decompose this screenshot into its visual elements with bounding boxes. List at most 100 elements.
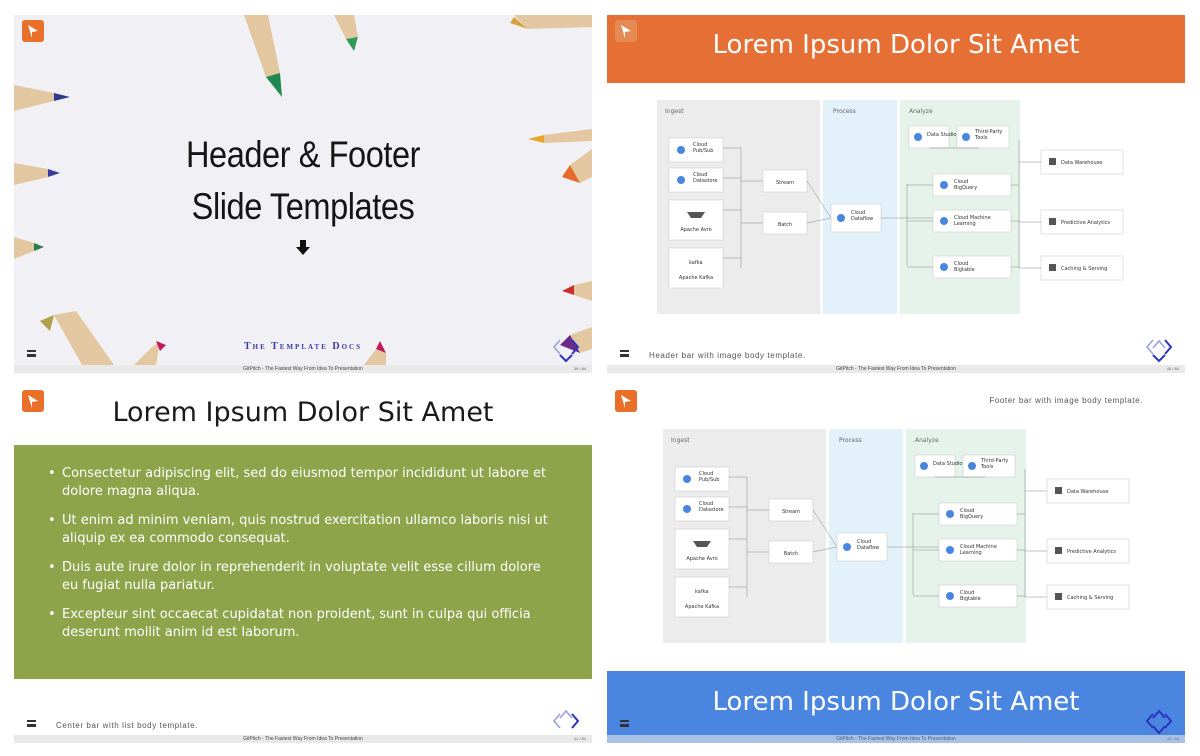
gcp-product-icon: [914, 133, 922, 141]
footer-strip: GitPitch - The Fastest Way From Idea To …: [607, 735, 1185, 743]
gcp-product-icon: [946, 510, 954, 518]
hamburger-menu-icon[interactable]: [27, 720, 36, 727]
section-label: Ingest: [665, 108, 684, 115]
title-line-1: Header & Footer: [185, 134, 421, 175]
slide-number: 41 / 84: [573, 736, 586, 741]
footer-text: GitPitch - The Fastest Way From Idea To …: [836, 736, 956, 742]
footer-text: GitPitch - The Fastest Way From Idea To …: [836, 366, 956, 372]
footer-bar: Lorem Ipsum Dolor Sit Amet: [607, 671, 1185, 743]
footer-text: GitPitch - The Fastest Way From Idea To …: [243, 736, 363, 742]
gcp-product-icon: [946, 546, 954, 554]
section-label: Analyze: [915, 437, 939, 444]
source-node: [674, 528, 730, 570]
nav-arrows-icon[interactable]: [548, 706, 584, 734]
slide-thumbnail-footer-bar[interactable]: Footer bar with image body template. Ing…: [607, 385, 1185, 743]
output-label: Caching & Serving: [1061, 266, 1107, 272]
slide-title: Lorem Ipsum Dolor Sit Amet: [112, 397, 494, 428]
source-node: [674, 576, 730, 618]
gitpitch-logo-icon: [615, 20, 637, 42]
source-label: Apache Kafka: [685, 604, 719, 610]
footer-text: GitPitch - The Fastest Way From Idea To …: [243, 366, 363, 372]
list-item: Consectetur adipiscing elit, sed do eius…: [48, 465, 552, 501]
gcp-product-icon: [837, 214, 845, 222]
slide-number: 42 / 84: [1166, 736, 1179, 741]
section-label: Process: [839, 437, 862, 444]
slide-caption: Header bar with image body template.: [649, 351, 806, 360]
source-node: [668, 199, 724, 241]
gcp-product-icon: [940, 181, 948, 189]
hamburger-menu-icon[interactable]: [620, 350, 629, 357]
list-item: Duis aute irure dolor in reprehenderit i…: [48, 559, 552, 595]
output-icon: [1055, 547, 1062, 554]
hamburger-menu-icon[interactable]: [27, 350, 36, 357]
analyze-top-label: Data Studio: [933, 461, 962, 467]
slide-navigation[interactable]: [1141, 336, 1177, 364]
section-label: Analyze: [909, 108, 933, 115]
gitpitch-logo-icon: [22, 390, 44, 412]
slide-caption: Center bar with list body template.: [56, 721, 198, 730]
footer-strip: GitPitch - The Fastest Way From Idea To …: [607, 365, 1185, 373]
gcp-product-icon: [683, 475, 691, 483]
slide-thumbnail-header-bar[interactable]: Lorem Ipsum Dolor Sit Amet Ingest Process…: [607, 15, 1185, 373]
mode-label: Batch: [778, 222, 792, 228]
gcp-product-icon: [677, 176, 685, 184]
output-icon: [1049, 264, 1056, 271]
gcp-product-icon: [940, 217, 948, 225]
gcp-product-icon: [920, 462, 928, 470]
gcp-product-icon: [946, 592, 954, 600]
slide-caption: Footer bar with image body template.: [989, 396, 1143, 405]
nav-arrows-icon[interactable]: [548, 336, 584, 364]
bullet-list: Consectetur adipiscing elit, sed do eius…: [48, 465, 552, 653]
footer-strip: GitPitch - The Fastest Way From Idea To …: [14, 735, 592, 743]
output-label: Data Warehouse: [1067, 489, 1108, 495]
slide-number: 40 / 84: [1166, 366, 1179, 371]
gcp-product-icon: [968, 462, 976, 470]
nav-arrows-icon[interactable]: [1141, 336, 1177, 364]
footer-strip: GitPitch - The Fastest Way From Idea To …: [14, 365, 592, 373]
kafka-logo-icon: kafka: [695, 589, 709, 595]
mode-label: Stream: [776, 180, 794, 186]
output-label: Data Warehouse: [1061, 160, 1102, 166]
arrow-down-icon: [296, 240, 310, 255]
slide-navigation[interactable]: [548, 706, 584, 734]
output-icon: [1055, 487, 1062, 494]
brand-name: The Template Docs: [244, 341, 362, 352]
title-line-2: Slide Templates: [191, 186, 415, 227]
mode-label: Batch: [784, 551, 798, 557]
source-label: Apache Kafka: [679, 275, 713, 281]
architecture-diagram: Ingest Process AnalyzeCloud Pub/SubCloud Dat…: [663, 429, 1130, 643]
gcp-product-icon: [962, 133, 970, 141]
architecture-diagram: Ingest Process AnalyzeCloud Pub/SubCloud Dat…: [657, 100, 1124, 314]
source-label: Apache Avro: [680, 227, 711, 233]
slide-thumbnail-title[interactable]: Header & Footer Slide Templates The Temp…: [14, 15, 592, 373]
output-label: Predictive Analytics: [1067, 549, 1116, 555]
gcp-product-icon: [940, 263, 948, 271]
nav-arrows-icon[interactable]: [1141, 706, 1177, 734]
output-label: Caching & Serving: [1067, 595, 1113, 601]
output-icon: [1049, 158, 1056, 165]
output-icon: [1055, 593, 1062, 600]
gcp-product-icon: [683, 505, 691, 513]
kafka-logo-icon: kafka: [689, 260, 703, 266]
section-label: Ingest: [671, 437, 690, 444]
gcp-product-icon: [843, 543, 851, 551]
slide-title: Header & Footer Slide Templates: [49, 129, 558, 233]
gcp-product-icon: [677, 146, 685, 154]
source-node: [668, 247, 724, 289]
gitpitch-logo-icon: [615, 390, 637, 412]
header-bar: Lorem Ipsum Dolor Sit Amet: [607, 15, 1185, 83]
mode-label: Stream: [782, 509, 800, 515]
output-icon: [1049, 218, 1056, 225]
header-title: Lorem Ipsum Dolor Sit Amet: [712, 30, 1080, 60]
section-label: Process: [833, 108, 856, 115]
output-label: Predictive Analytics: [1061, 220, 1110, 226]
gitpitch-logo-icon: [22, 20, 44, 42]
source-label: Apache Avro: [686, 556, 717, 562]
analyze-top-label: Data Studio: [927, 132, 956, 138]
list-item: Ut enim ad minim veniam, quis nostrud ex…: [48, 512, 552, 548]
slide-navigation[interactable]: [1141, 706, 1177, 734]
slide-navigation[interactable]: [548, 336, 584, 364]
hamburger-menu-icon[interactable]: [620, 720, 629, 727]
slide-number: 39 / 84: [573, 366, 586, 371]
slide-thumbnail-center-bar[interactable]: Lorem Ipsum Dolor Sit Amet Consectetur a…: [14, 385, 592, 743]
